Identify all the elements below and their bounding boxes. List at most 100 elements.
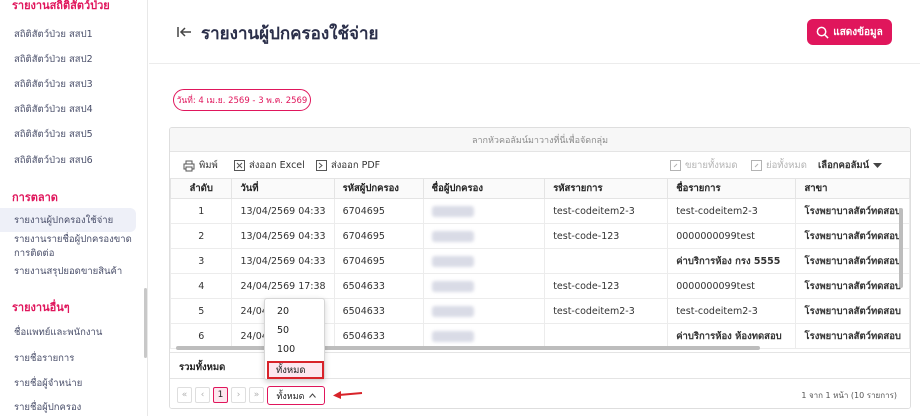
first-page-button[interactable]: « bbox=[177, 387, 192, 403]
cell-item-name: 0000000099test bbox=[667, 273, 797, 299]
grid-toolbar: พิมพ์ ส่งออก Excel ส่งออก PDF ขยายทั้งหม… bbox=[170, 152, 910, 178]
cell-item-code: test-codeitem2-3 bbox=[544, 198, 669, 224]
cell-item-code: test-code-123 bbox=[544, 223, 669, 249]
cell-owner-code: 6504633 bbox=[333, 298, 424, 324]
pdf-icon bbox=[316, 160, 327, 171]
expand-all-button[interactable]: ขยายทั้งหมด bbox=[670, 158, 738, 173]
sidebar-item-vendors[interactable]: รายชื่อผู้จำหน่าย bbox=[14, 376, 82, 391]
redacted-name bbox=[431, 330, 474, 342]
vertical-scrollbar[interactable] bbox=[899, 208, 903, 288]
show-data-button[interactable]: แสดงข้อมูล bbox=[807, 19, 892, 45]
cell-item-code: test-code-123 bbox=[544, 273, 669, 299]
redacted-name bbox=[431, 280, 474, 292]
cell-owner-name bbox=[422, 323, 546, 349]
collapse-back-icon[interactable] bbox=[176, 24, 192, 40]
printer-icon bbox=[183, 160, 195, 171]
prev-page-button[interactable]: ‹ bbox=[195, 387, 210, 403]
table-row[interactable]: 3 13/04/2569 04:33 6704695 ค่าบริการห้อง… bbox=[170, 248, 910, 274]
cell-owner-name bbox=[422, 223, 546, 249]
cell-owner-code: 6504633 bbox=[333, 323, 424, 349]
sidebar-item-stats-3[interactable]: สถิติสัตว์ป่วย สสป3 bbox=[14, 77, 93, 92]
expand-all-label: ขยายทั้งหมด bbox=[685, 160, 738, 171]
next-page-button[interactable]: › bbox=[231, 387, 246, 403]
sidebar-heading-stats: รายงานสถิติสัตว์ป่วย bbox=[12, 0, 110, 12]
chevron-down-icon bbox=[873, 162, 883, 168]
page-size-option-all[interactable]: ทั้งหมด bbox=[267, 361, 324, 379]
cell-date: 24/04/2569 17:38 bbox=[231, 273, 335, 299]
cell-item-code bbox=[544, 248, 669, 274]
page-title: รายงานผู้ปกครองใช้จ่าย bbox=[201, 24, 379, 44]
col-header-owner-code[interactable]: รหัสผู้ปกครอง bbox=[333, 178, 424, 199]
page-size-option-50[interactable]: 50 bbox=[277, 325, 289, 336]
cell-no: 2 bbox=[170, 223, 233, 249]
page-size-option-100[interactable]: 100 bbox=[277, 344, 295, 355]
cell-no: 4 bbox=[170, 273, 233, 299]
cell-item-name: 0000000099test bbox=[667, 223, 797, 249]
sidebar-item-stats-5[interactable]: สถิติสัตว์ป่วย สสป5 bbox=[14, 127, 93, 142]
cell-owner-name bbox=[422, 298, 546, 324]
cell-owner-name bbox=[422, 248, 546, 274]
cell-owner-name bbox=[422, 198, 546, 224]
sidebar: รายงานสถิติสัตว์ป่วย สถิติสัตว์ป่วย สสป1… bbox=[0, 0, 148, 416]
sidebar-item-sales-summary[interactable]: รายงานสรุปยอดขายสินค้า bbox=[14, 264, 122, 279]
col-header-item-name[interactable]: ชื่อรายการ bbox=[667, 178, 797, 199]
sidebar-item-doctors[interactable]: ชื่อแพทย์และพนักงาน bbox=[14, 325, 102, 340]
cell-item-name: test-codeitem2-3 bbox=[667, 298, 797, 324]
excel-icon bbox=[234, 160, 245, 171]
chevron-up-icon bbox=[308, 393, 316, 398]
pager: « ‹ 1 › » ทั้งหมด 1 จาก 1 หน้า (10 รายกา… bbox=[170, 378, 910, 408]
sidebar-item-missing-owners-cont[interactable]: การติดต่อ bbox=[14, 246, 54, 261]
cell-owner-code: 6504633 bbox=[333, 273, 424, 299]
export-excel-button[interactable]: ส่งออก Excel bbox=[234, 158, 305, 173]
export-pdf-button[interactable]: ส่งออก PDF bbox=[316, 158, 380, 173]
group-panel[interactable]: ลากหัวคอลัมน์มาวางที่นี่เพื่อจัดกลุ่ม bbox=[170, 128, 910, 152]
col-header-branch[interactable]: สาขา bbox=[795, 178, 910, 199]
export-pdf-label: ส่งออก PDF bbox=[331, 160, 381, 171]
sidebar-item-owner-spending[interactable]: รายงานผู้ปกครองใช้จ่าย bbox=[14, 213, 113, 228]
cell-date: 13/04/2569 04:33 bbox=[231, 248, 335, 274]
collapse-all-button[interactable]: ย่อทั้งหมด bbox=[751, 158, 807, 173]
print-label: พิมพ์ bbox=[199, 160, 218, 171]
sidebar-item-items[interactable]: รายชื่อรายการ bbox=[14, 351, 74, 366]
sidebar-item-stats-2[interactable]: สถิติสัตว์ป่วย สสป2 bbox=[14, 52, 93, 67]
print-button[interactable]: พิมพ์ bbox=[183, 158, 218, 173]
page-1-button[interactable]: 1 bbox=[213, 387, 228, 403]
last-page-button[interactable]: » bbox=[249, 387, 264, 403]
cell-branch: โรงพยาบาลสัตว์ทดสอบ bbox=[795, 198, 910, 224]
sidebar-heading-marketing: การตลาด bbox=[12, 191, 58, 204]
table-row[interactable]: 2 13/04/2569 04:33 6704695 test-code-123… bbox=[170, 223, 910, 249]
cell-no: 6 bbox=[170, 323, 233, 349]
table-row[interactable]: 4 24/04/2569 17:38 6504633 test-code-123… bbox=[170, 273, 910, 299]
cell-date: 13/04/2569 04:33 bbox=[231, 223, 335, 249]
export-excel-label: ส่งออก Excel bbox=[249, 160, 305, 171]
col-header-owner-name[interactable]: ชื่อผู้ปกครอง bbox=[422, 178, 546, 199]
search-icon bbox=[816, 26, 829, 39]
sidebar-item-stats-4[interactable]: สถิติสัตว์ป่วย สสป4 bbox=[14, 102, 93, 117]
page-size-select[interactable]: ทั้งหมด bbox=[267, 386, 325, 405]
pager-info: 1 จาก 1 หน้า (10 รายการ) bbox=[801, 391, 897, 400]
col-header-no[interactable]: ลำดับ bbox=[170, 178, 233, 199]
header-divider bbox=[149, 63, 920, 64]
sidebar-item-stats-6[interactable]: สถิติสัตว์ป่วย สสป6 bbox=[14, 153, 93, 168]
page-size-dropdown: 20 50 100 ทั้งหมด bbox=[264, 298, 325, 380]
sidebar-item-missing-owners[interactable]: รายงานรายชื่อผู้ปกครองขาด bbox=[14, 232, 132, 247]
cell-branch: โรงพยาบาลสัตว์ทดสอบ bbox=[795, 323, 910, 349]
sidebar-item-owners[interactable]: รายชื่อผู้ปกครอง bbox=[14, 400, 81, 415]
redacted-name bbox=[431, 205, 474, 217]
col-header-date[interactable]: วันที่ bbox=[231, 178, 335, 199]
cell-owner-code: 6704695 bbox=[333, 248, 424, 274]
sidebar-item-stats-1[interactable]: สถิติสัตว์ป่วย สสป1 bbox=[14, 27, 93, 42]
choose-columns-button[interactable]: เลือกคอลัมน์ bbox=[818, 158, 883, 173]
page-size-value: ทั้งหมด bbox=[276, 391, 305, 402]
cell-owner-code: 6704695 bbox=[333, 223, 424, 249]
choose-columns-label: เลือกคอลัมน์ bbox=[818, 160, 870, 171]
table-row[interactable]: 1 13/04/2569 04:33 6704695 test-codeitem… bbox=[170, 198, 910, 224]
redacted-name bbox=[431, 305, 474, 317]
sidebar-heading-other: รายงานอื่นๆ bbox=[12, 301, 70, 314]
page-size-option-20[interactable]: 20 bbox=[277, 306, 289, 317]
cell-branch: โรงพยาบาลสัตว์ทดสอบ bbox=[795, 298, 910, 324]
col-header-item-code[interactable]: รหัสรายการ bbox=[544, 178, 669, 199]
date-range-chip[interactable]: วันที่: 4 เม.ย. 2569 - 3 พ.ค. 2569 bbox=[173, 89, 311, 111]
cell-no: 5 bbox=[170, 298, 233, 324]
sidebar-scrollbar[interactable] bbox=[144, 288, 147, 358]
